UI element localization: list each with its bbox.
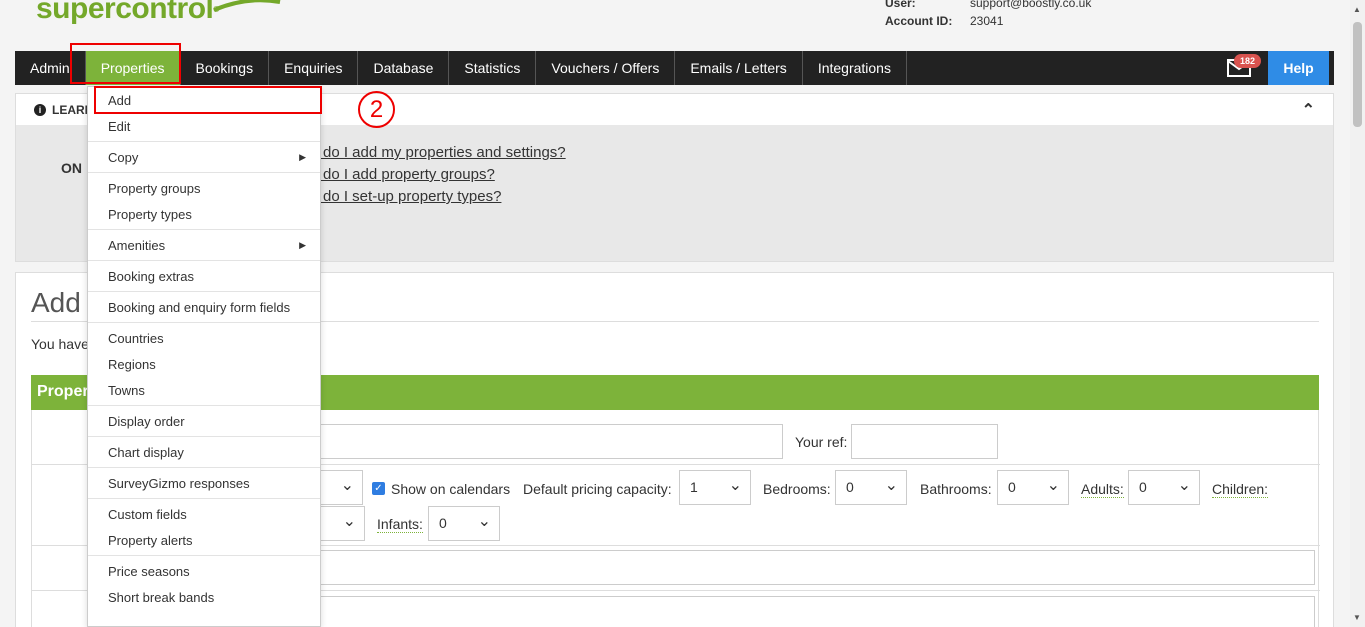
on-label: ON: [61, 160, 82, 176]
help-link[interactable]: w do I set-up property types?: [308, 186, 566, 208]
adults-label: Adults:: [1081, 481, 1124, 498]
nav-bookings[interactable]: Bookings: [181, 51, 270, 85]
your-ref-input[interactable]: [851, 424, 998, 459]
menu-item-property-types[interactable]: Property types: [88, 201, 320, 227]
menu-separator: [88, 322, 320, 323]
menu-item-short-break-bands[interactable]: Short break bands: [88, 584, 320, 610]
menu-item-label: Countries: [108, 330, 164, 346]
menu-item-regions[interactable]: Regions: [88, 351, 320, 377]
menu-separator: [88, 172, 320, 173]
scrollbar-thumb[interactable]: [1353, 22, 1362, 127]
menu-item-surveygizmo-responses[interactable]: SurveyGizmo responses: [88, 470, 320, 496]
menu-item-label: Edit: [108, 118, 131, 134]
menu-item-label: Custom fields: [108, 506, 187, 522]
menu-item-label: Regions: [108, 356, 156, 372]
menu-item-label: Price seasons: [108, 563, 190, 579]
menu-item-countries[interactable]: Countries: [88, 325, 320, 351]
menu-separator: [88, 498, 320, 499]
properties-menu: Add Edit Copy ▶ Property groups Property type…: [87, 86, 321, 627]
menu-item-label: Display order: [108, 413, 185, 429]
menu-item-amenities[interactable]: Amenities ▶: [88, 232, 320, 258]
menu-item-label: Booking extras: [108, 268, 194, 284]
menu-item-towns[interactable]: Towns: [88, 377, 320, 403]
menu-separator: [88, 260, 320, 261]
collapse-chevron-icon[interactable]: ⌃: [1302, 100, 1315, 120]
menu-item-label: Towns: [108, 382, 145, 398]
help-link[interactable]: w do I add property groups?: [308, 164, 566, 186]
supercontrol-logo[interactable]: supercontrol®: [36, 0, 281, 26]
main-nav: Admin Properties Bookings Enquiries Database…: [15, 51, 1334, 85]
menu-item-price-seasons[interactable]: Price seasons: [88, 558, 320, 584]
highlight-properties-tab: [70, 43, 181, 84]
message-count-badge: 182: [1234, 54, 1262, 68]
menu-separator: [88, 141, 320, 142]
menu-item-label: Property alerts: [108, 532, 193, 548]
menu-item-label: Amenities: [108, 237, 166, 253]
menu-item-custom-fields[interactable]: Custom fields: [88, 501, 320, 527]
menu-item-display-order[interactable]: Display order: [88, 408, 320, 434]
help-link[interactable]: w do I add my properties and settings?: [308, 142, 566, 164]
menu-item-label: Copy: [108, 149, 139, 165]
submenu-arrow-icon: ▶: [299, 239, 306, 250]
show-on-calendars-label: Show on calendars: [391, 481, 511, 497]
text-input[interactable]: [317, 550, 1315, 585]
submenu-arrow-icon: ▶: [299, 151, 306, 162]
show-on-calendars-checkbox[interactable]: ✓: [372, 482, 385, 495]
messages-button[interactable]: 182: [1210, 51, 1268, 85]
nav-statistics[interactable]: Statistics: [449, 51, 537, 85]
highlight-add-item: [94, 86, 322, 114]
menu-separator: [88, 467, 320, 468]
page-scrollbar[interactable]: ▲ ▼: [1350, 0, 1365, 627]
bathrooms-select[interactable]: 0: [997, 470, 1069, 505]
intro-text: You have: [31, 336, 89, 352]
property-name-input[interactable]: [317, 424, 783, 459]
menu-separator: [88, 229, 320, 230]
menu-separator: [88, 555, 320, 556]
menu-item-edit[interactable]: Edit: [88, 113, 320, 139]
adults-select[interactable]: 0: [1128, 470, 1200, 505]
default-pricing-select[interactable]: 1: [679, 470, 751, 505]
nav-integrations[interactable]: Integrations: [803, 51, 907, 85]
menu-item-chart-display[interactable]: Chart display: [88, 439, 320, 465]
infants-select[interactable]: 0: [428, 506, 500, 541]
logo-swoosh-icon: [213, 0, 281, 12]
description-input[interactable]: [317, 596, 1315, 627]
menu-separator: [88, 291, 320, 292]
nav-vouchers-offers[interactable]: Vouchers / Offers: [536, 51, 676, 85]
menu-item-label: Chart display: [108, 444, 184, 460]
nav-database[interactable]: Database: [358, 51, 450, 85]
help-links: w do I add my properties and settings? w…: [308, 142, 566, 208]
menu-item-label: Property groups: [108, 180, 201, 196]
menu-item-label: Short break bands: [108, 589, 215, 605]
property-type-select[interactable]: [317, 470, 363, 505]
nav-enquiries[interactable]: Enquiries: [269, 51, 359, 85]
menu-separator: [88, 405, 320, 406]
account-info: User: support@boostly.co.uk Account ID: 23…: [885, 0, 1092, 28]
nav-emails-letters[interactable]: Emails / Letters: [675, 51, 803, 85]
help-button[interactable]: Help: [1268, 51, 1329, 85]
menu-item-property-alerts[interactable]: Property alerts: [88, 527, 320, 553]
info-icon: i: [34, 103, 46, 116]
bedrooms-label: Bedrooms:: [763, 481, 831, 497]
menu-separator: [88, 436, 320, 437]
your-ref-label: Your ref:: [795, 434, 848, 450]
scroll-up-icon[interactable]: ▲: [1353, 5, 1361, 14]
scroll-down-icon[interactable]: ▼: [1353, 613, 1361, 622]
infants-label: Infants:: [377, 516, 423, 533]
menu-item-label: SurveyGizmo responses: [108, 475, 250, 491]
menu-item-copy[interactable]: Copy ▶: [88, 144, 320, 170]
bathrooms-label: Bathrooms:: [920, 481, 992, 497]
page-title: Add: [31, 287, 81, 318]
menu-item-label: Booking and enquiry form fields: [108, 299, 291, 315]
default-pricing-label: Default pricing capacity:: [523, 481, 672, 497]
bedrooms-select[interactable]: 0: [835, 470, 907, 505]
secondary-select[interactable]: [317, 506, 365, 541]
menu-item-booking-and-enquiry-form-fields[interactable]: Booking and enquiry form fields: [88, 294, 320, 320]
step-number-badge: 2: [358, 91, 395, 128]
menu-item-booking-extras[interactable]: Booking extras: [88, 263, 320, 289]
menu-item-property-groups[interactable]: Property groups: [88, 175, 320, 201]
children-label: Children:: [1212, 481, 1269, 498]
menu-item-label: Property types: [108, 206, 192, 222]
